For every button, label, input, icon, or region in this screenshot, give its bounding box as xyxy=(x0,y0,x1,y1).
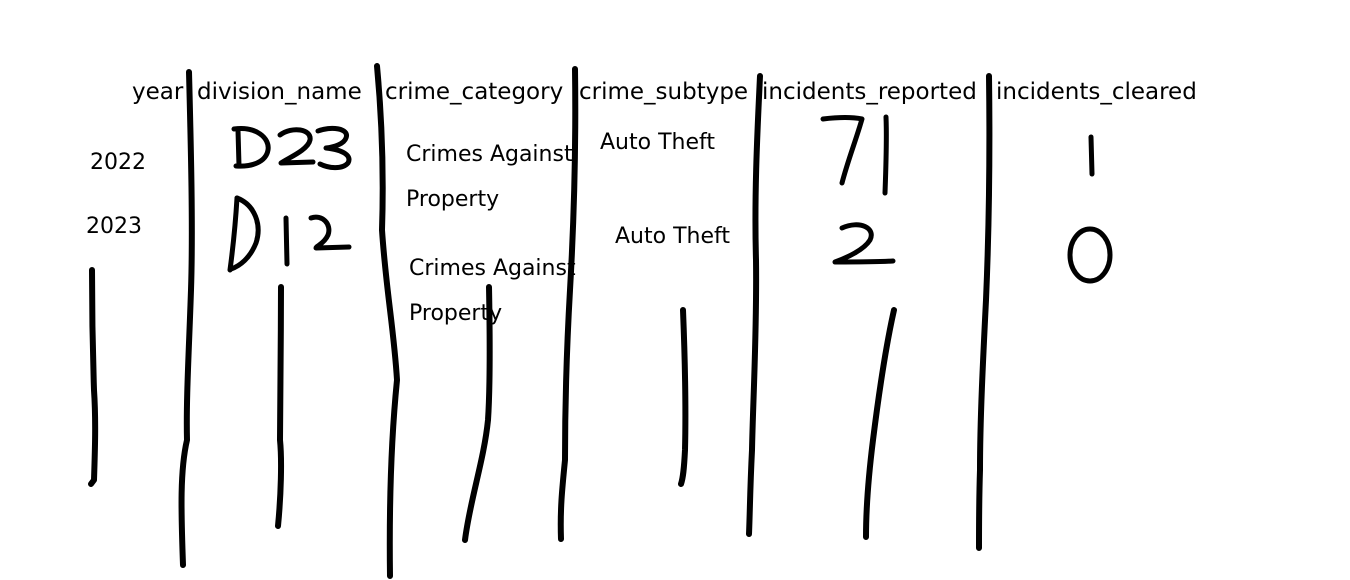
row1-incidents-cleared-handwritten xyxy=(1088,134,1095,177)
ink-layer xyxy=(88,63,1113,579)
stray-stroke-year xyxy=(88,267,99,487)
row1-division-name-handwritten xyxy=(231,125,352,171)
row2-incidents-reported-handwritten xyxy=(832,222,896,265)
row2-incidents-cleared-handwritten xyxy=(1067,226,1113,284)
stray-stroke-category xyxy=(462,284,493,543)
row1-incidents-reported-handwritten xyxy=(820,114,889,196)
stray-stroke-reported xyxy=(863,307,897,540)
column-divider-4 xyxy=(746,73,763,537)
row2-division-name-handwritten xyxy=(227,195,352,273)
stray-stroke-subtype xyxy=(678,307,689,487)
column-divider-1 xyxy=(178,69,195,568)
stray-stroke-division xyxy=(275,284,285,529)
column-divider-2 xyxy=(374,63,400,579)
handwritten-table: year division_name crime_category crime_… xyxy=(0,0,1350,580)
column-divider-3 xyxy=(557,66,579,542)
column-divider-5 xyxy=(976,73,993,551)
